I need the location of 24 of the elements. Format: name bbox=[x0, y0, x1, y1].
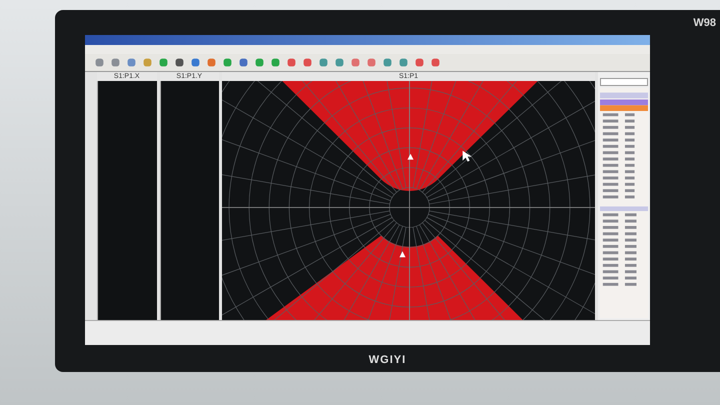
toolbar-icon[interactable] bbox=[221, 56, 234, 69]
model-label: W98 bbox=[693, 16, 717, 28]
toolbar-icon[interactable] bbox=[157, 56, 170, 69]
toolbar-icon[interactable] bbox=[429, 56, 442, 69]
toolbar-icon[interactable] bbox=[269, 56, 282, 69]
toolbar-icon[interactable] bbox=[93, 56, 106, 69]
toolbar-icon[interactable] bbox=[285, 56, 298, 69]
toolbar-icon[interactable] bbox=[189, 56, 202, 69]
toolbar-icon[interactable] bbox=[413, 56, 426, 69]
toolbar-icon[interactable] bbox=[333, 56, 346, 69]
toolbar-icon[interactable] bbox=[109, 56, 122, 69]
toolbar-icon[interactable] bbox=[253, 56, 266, 69]
toolbar-icon[interactable] bbox=[397, 56, 410, 69]
toolbar-icon[interactable] bbox=[317, 56, 330, 69]
toolbar-icon[interactable] bbox=[237, 56, 250, 69]
toolbar-icon[interactable] bbox=[381, 56, 394, 69]
toolbar-icon[interactable] bbox=[365, 56, 378, 69]
toolbar-icon[interactable] bbox=[173, 56, 186, 69]
toolbar-icon[interactable] bbox=[301, 56, 314, 69]
toolbar-icon[interactable] bbox=[125, 56, 138, 69]
brand-logo: WGIYI bbox=[368, 354, 406, 366]
toolbar-icon[interactable] bbox=[349, 56, 362, 69]
toolbar-icon[interactable] bbox=[205, 56, 218, 69]
dropdown-field[interactable] bbox=[600, 78, 648, 86]
